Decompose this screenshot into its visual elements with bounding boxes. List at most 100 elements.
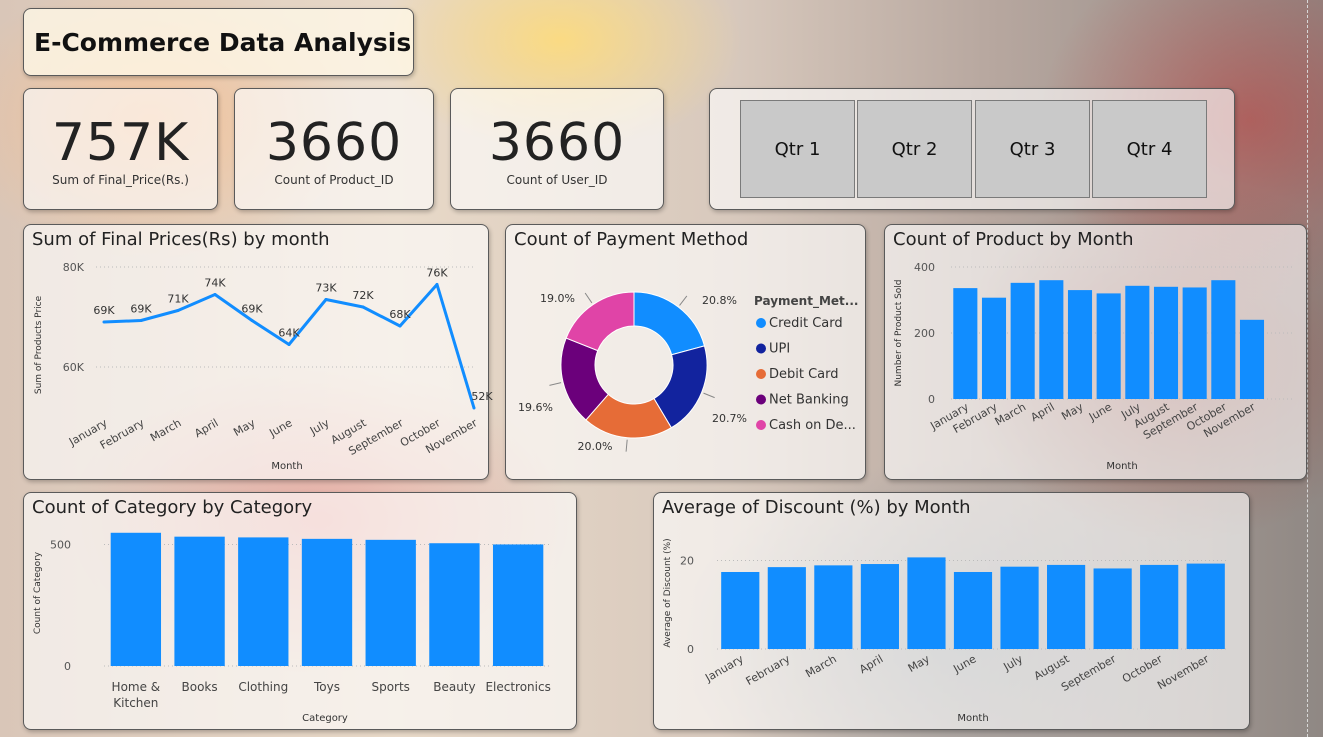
qtr-4-button[interactable]: Qtr 4 [1092,100,1207,198]
slice-label: 19.0% [540,292,575,305]
bar [1047,564,1086,649]
data-label: 72K [352,289,374,302]
y-tick-label: 80K [63,261,85,274]
bar [953,571,993,649]
y-tick-label: 0 [64,660,71,673]
y-axis-label: Average of Discount (%) [663,538,673,647]
data-point [324,298,328,301]
x-tick-label: March [993,400,1029,428]
legend-marker [756,394,766,405]
x-tick-label: Kitchen [113,696,158,710]
x-tick-label: June [266,416,294,440]
data-point [361,305,365,309]
legend-label: Credit Card [769,316,843,331]
x-tick-label: July [307,416,332,438]
data-point [139,319,143,322]
payment-donut-chart: 20.8% 20.7% 20.0% 19.6% 19.0% Payment_Met... C… [518,291,858,453]
x-tick-label: July [1001,652,1026,674]
bar [953,288,978,399]
bar [1096,293,1121,399]
x-tick-label: Clothing [238,680,288,694]
data-label: 68K [389,308,411,321]
bar [1153,286,1179,399]
x-tick-label: April [1029,400,1057,424]
bar [110,532,162,666]
x-tick-label: Sports [371,680,409,694]
x-tick-label: Books [182,680,218,694]
bar [238,537,289,666]
y-tick-label: 0 [928,393,935,406]
legend-title: Payment_Met... [754,294,858,309]
legend-marker [756,318,766,328]
leader-line [625,439,628,452]
x-axis-label: Month [271,461,302,472]
data-label: 64K [278,327,300,340]
bar [1067,290,1093,399]
qtr-1-button[interactable]: Qtr 1 [740,100,855,198]
kpi-card-sum-final-price: 757K Sum of Final_Price(Rs.) [23,88,218,210]
y-tick-label: 200 [914,327,935,340]
quarter-slicer: Qtr 1 Qtr 2 Qtr 3 Qtr 4 [709,88,1235,210]
x-axis-label: Category [302,713,348,724]
data-label: 52K [471,390,493,403]
data-label: 69K [130,303,152,316]
y-tick-label: 20 [680,554,694,567]
qtr-3-button[interactable]: Qtr 3 [975,100,1090,198]
slice-label: 20.7% [712,412,747,425]
leader-line [703,392,715,399]
qtr-2-button[interactable]: Qtr 2 [857,100,972,198]
sales-line-chart-card: Sum of Final Prices(Rs) by month 60K 80K 6… [23,224,493,480]
x-tick-label: February [744,652,793,688]
bar [1000,566,1039,649]
x-tick-label: Toys [313,680,340,694]
leader-line [549,382,562,386]
discount-bar-chart: 0 20 JanuaryFebruary March April May June July A… [663,538,1229,724]
data-point [250,319,254,322]
kpi-card-count-product-id: 3660 Count of Product_ID [234,88,434,210]
x-tick-label: March [803,652,839,680]
slice-label: 20.0% [578,440,613,453]
kpi-label: Count of User_ID [506,173,608,187]
sales-series-line [103,283,476,409]
y-axis-label: Count of Category [33,551,43,634]
bar [981,297,1007,399]
kpi-value: 3660 [488,113,626,173]
y-tick-label: 400 [914,261,935,274]
data-point [287,343,291,346]
bar [767,567,806,649]
x-tick-label: May [906,652,933,675]
data-point [435,283,439,286]
data-point [398,324,402,328]
data-point [213,293,217,296]
kpi-label: Count of Product_ID [274,173,394,187]
x-tick-label: November [1155,652,1211,692]
legend-marker [756,369,766,379]
data-label: 71K [167,293,189,306]
y-axis-label: Sum of Products Price [34,295,44,394]
x-axis-label: Month [1106,461,1137,472]
x-tick-label: June [950,652,978,676]
x-tick-label: March [148,416,184,444]
x-tick-label: April [857,652,885,676]
x-tick-label: April [192,416,220,440]
y-tick-label: 0 [687,643,694,656]
x-tick-label: Home & [112,680,161,694]
bar [1125,285,1150,399]
bar [174,536,225,666]
bar [429,543,480,666]
legend-label: Net Banking [769,393,849,408]
leader-line [679,295,688,306]
data-point [102,320,106,324]
payment-donut-chart-card: Count of Payment Method 20.8% 20.7% 20.0% 1… [505,224,866,480]
bar [365,539,416,666]
bar [1039,280,1064,399]
x-tick-label: May [231,416,258,439]
slice-label: 20.8% [702,294,737,307]
bar [1239,319,1265,399]
kpi-value: 3660 [265,113,403,173]
bar [860,564,899,649]
y-tick-label: 500 [50,538,71,551]
kpi-label: Sum of Final_Price(Rs.) [52,173,189,187]
data-label: 69K [241,303,263,316]
bar [301,538,353,666]
